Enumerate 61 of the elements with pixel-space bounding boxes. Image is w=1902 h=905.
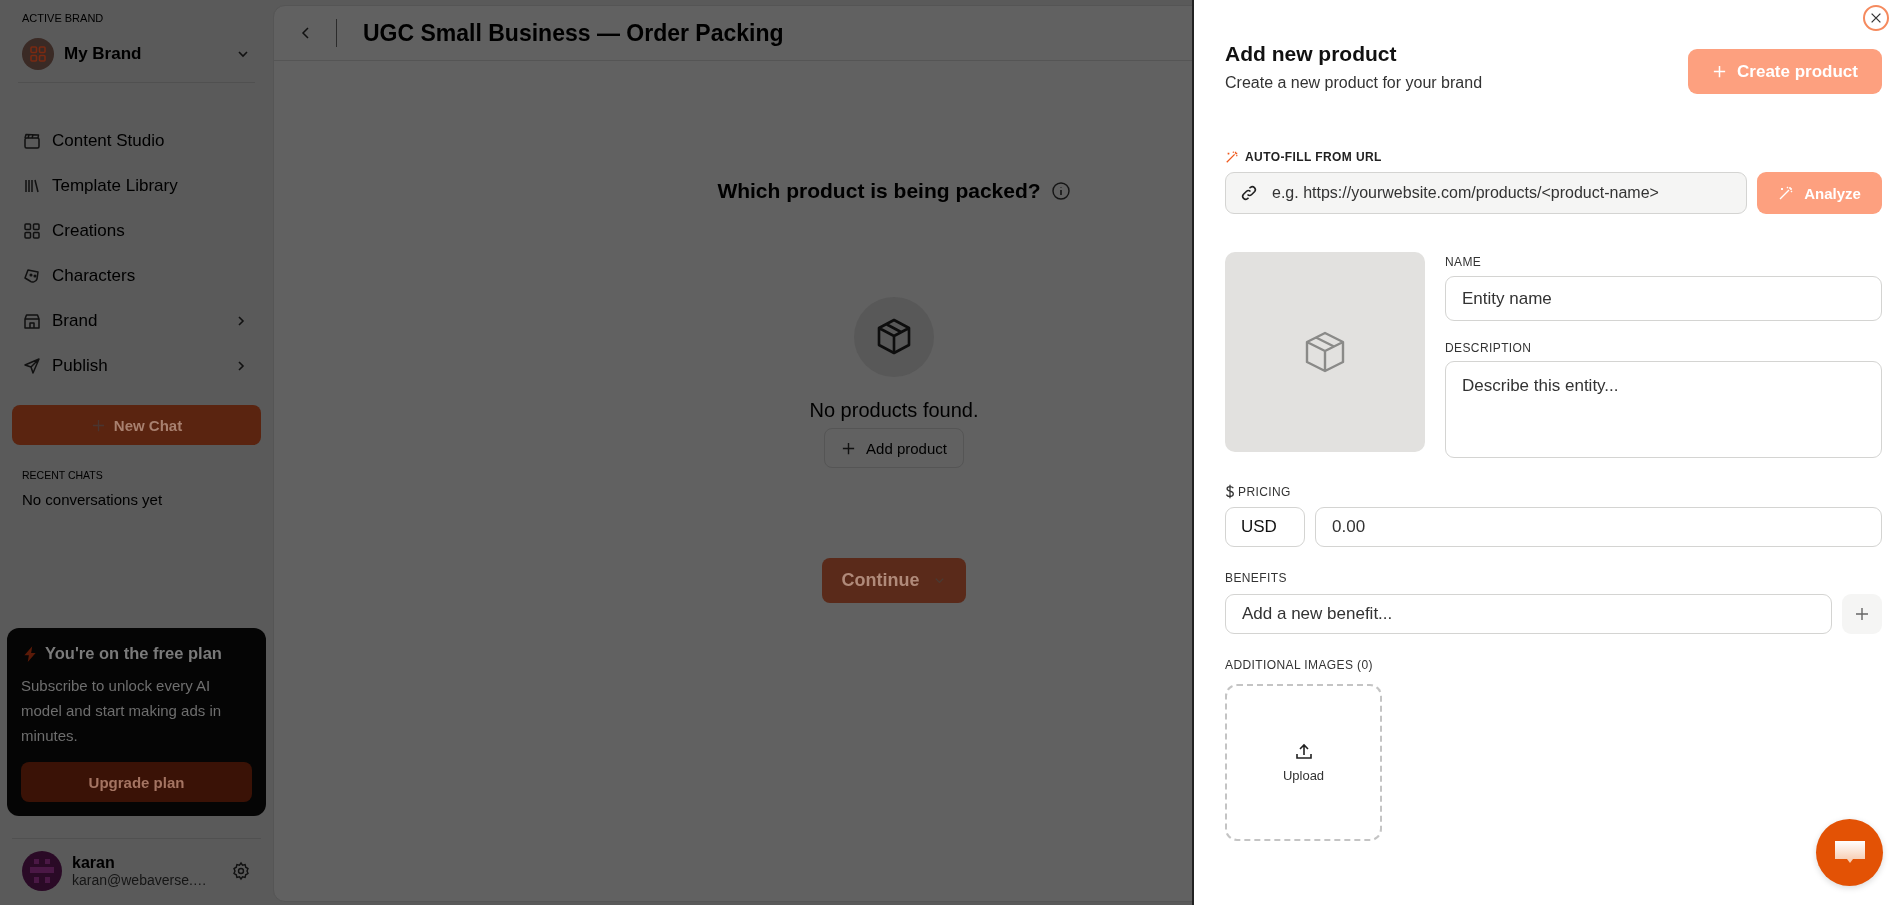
magic-wand-icon xyxy=(1778,185,1795,201)
active-brand-label: ACTIVE BRAND xyxy=(21,12,105,24)
mask-icon xyxy=(22,266,42,286)
name-input[interactable]: Entity name xyxy=(1445,276,1882,321)
link-icon xyxy=(1239,183,1259,203)
add-benefit-button[interactable] xyxy=(1842,594,1882,634)
brand-logo-icon xyxy=(22,38,54,70)
price-input[interactable]: 0.00 xyxy=(1315,507,1882,547)
recent-chats-label: RECENT CHATS xyxy=(21,469,104,481)
info-icon[interactable] xyxy=(1050,181,1071,201)
plus-icon xyxy=(841,440,857,456)
benefits-label: BENEFITS xyxy=(1225,571,1288,585)
clapperboard-icon xyxy=(22,131,42,151)
nav-item[interactable]: Content Studio xyxy=(12,119,261,163)
upload-button[interactable]: Upload xyxy=(1225,684,1382,841)
plus-icon xyxy=(1712,64,1728,79)
user-name: karan xyxy=(72,854,116,872)
package-icon xyxy=(1303,330,1347,374)
nav-item[interactable]: Characters xyxy=(12,254,261,298)
empty-chats-text: No conversations yet xyxy=(21,491,164,508)
url-input[interactable]: e.g. https://yourwebsite.com/products/<product-name> xyxy=(1225,172,1747,214)
upgrade-button[interactable]: Upgrade plan xyxy=(21,762,252,802)
question-heading: Which product is being packed? xyxy=(717,179,1041,203)
nav-item[interactable]: Template Library xyxy=(12,164,261,208)
description-label: DESCRIPTION xyxy=(1445,341,1533,355)
send-icon xyxy=(22,356,42,376)
plus-icon xyxy=(90,417,106,433)
brand-selector[interactable]: My Brand xyxy=(12,24,261,82)
nav-item[interactable]: Creations xyxy=(12,209,261,253)
plan-title: You're on the free plan xyxy=(45,644,222,663)
grid-icon xyxy=(22,221,42,241)
pricing-label: PRICING xyxy=(1238,484,1291,499)
new-chat-button[interactable]: New Chat xyxy=(12,405,261,445)
nav-item[interactable]: Brand xyxy=(12,299,261,343)
currency-select[interactable]: USD xyxy=(1225,507,1305,547)
continue-button[interactable]: Continue xyxy=(822,558,966,603)
benefit-input[interactable]: Add a new benefit... xyxy=(1225,594,1832,634)
page-title: UGC Small Business — Order Packing xyxy=(363,19,784,47)
close-icon xyxy=(1869,11,1883,25)
analyze-button[interactable]: Analyze xyxy=(1757,172,1882,214)
nav-item[interactable]: Publish xyxy=(12,344,261,388)
store-icon xyxy=(22,311,42,331)
create-product-button[interactable]: Create product xyxy=(1688,49,1882,94)
panel-subtitle: Create a new product for your brand xyxy=(1225,74,1483,92)
description-input[interactable]: Describe this entity... xyxy=(1445,361,1882,458)
upload-icon xyxy=(1293,742,1314,762)
autofill-label: AUTO-FILL FROM URL xyxy=(1245,150,1382,164)
plan-description: Subscribe to unlock every AI model and start making ads in minutes. xyxy=(21,676,223,746)
empty-state-text: No products found. xyxy=(809,399,979,422)
package-icon xyxy=(854,297,934,377)
name-label: NAME xyxy=(1445,255,1483,269)
magic-wand-icon xyxy=(1225,150,1239,164)
close-button[interactable] xyxy=(1863,5,1889,31)
panel-title: Add new product xyxy=(1225,42,1398,66)
settings-icon[interactable] xyxy=(231,861,251,881)
add-product-button[interactable]: Add product xyxy=(824,428,964,468)
user-email: karan@webaverse.… xyxy=(72,872,208,888)
avatar-icon xyxy=(22,851,62,891)
additional-images-label: ADDITIONAL IMAGES (0) xyxy=(1225,658,1374,672)
dollar-icon xyxy=(1225,484,1235,499)
plus-icon xyxy=(1854,606,1870,622)
